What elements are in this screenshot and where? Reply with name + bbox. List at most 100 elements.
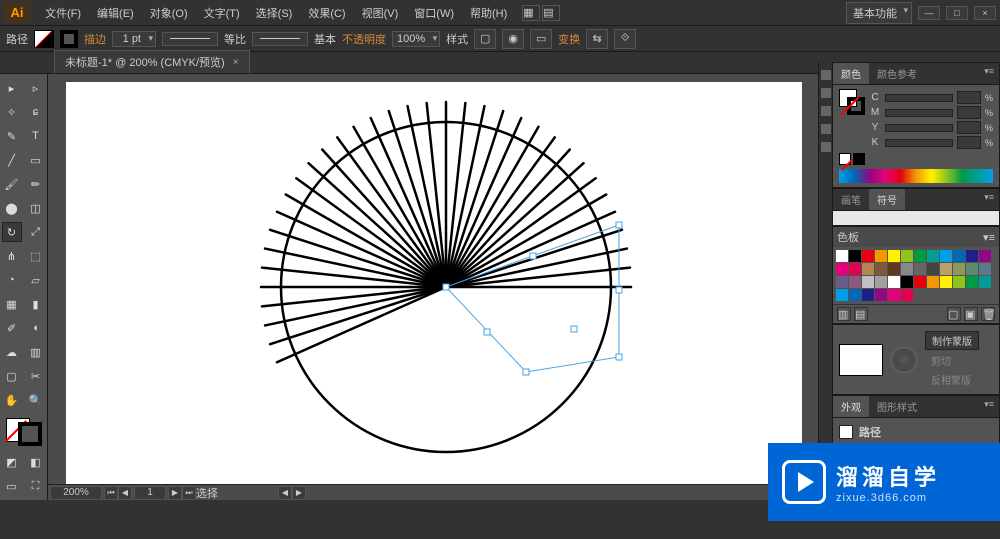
swatch[interactable] [901, 263, 913, 275]
rotate-tool[interactable]: ↻ [2, 222, 22, 242]
type-tool[interactable]: T [26, 126, 46, 146]
menu-type[interactable]: 文字(T) [197, 1, 247, 25]
direct-selection-tool[interactable]: ▹ [26, 78, 46, 98]
color-mode-icon[interactable]: ◩ [2, 452, 22, 472]
swatch[interactable] [888, 276, 900, 288]
menu-view[interactable]: 视图(V) [355, 1, 406, 25]
swatch[interactable] [862, 250, 874, 262]
blend-tool[interactable]: ◖ [26, 318, 46, 338]
minimize-button[interactable]: — [918, 6, 940, 20]
blob-brush-tool[interactable]: ⬤ [2, 198, 22, 218]
opacity-dropdown[interactable]: 100% [392, 31, 440, 47]
graph-tool[interactable]: ▥ [26, 342, 46, 362]
swatch[interactable] [849, 289, 861, 301]
swatch[interactable] [966, 250, 978, 262]
brush-tool[interactable]: 🖌 [2, 174, 22, 194]
rectangle-tool[interactable]: ▭ [26, 150, 46, 170]
zoom-tool[interactable]: 🔍 [26, 390, 46, 410]
scroll-left-icon[interactable]: ◀ [278, 486, 292, 500]
recolor-icon[interactable]: ◉ [502, 29, 524, 49]
artboard-prev-icon[interactable]: ◀ [118, 486, 132, 500]
layout-icon-2[interactable]: ▤ [542, 5, 560, 21]
profile-sample[interactable] [162, 32, 218, 46]
swatch[interactable] [862, 289, 874, 301]
swatch[interactable] [836, 263, 848, 275]
swatch[interactable] [836, 289, 848, 301]
artboard-next-icon[interactable]: ▶ [168, 486, 182, 500]
transform-icon-2[interactable]: ⟐ [614, 29, 636, 49]
scroll-right-icon[interactable]: ▶ [292, 486, 306, 500]
tab-color[interactable]: 颜色 [833, 63, 869, 84]
dock-icon[interactable] [821, 88, 831, 98]
selection-tool[interactable]: ▸ [2, 78, 22, 98]
magic-wand-tool[interactable]: ✧ [2, 102, 22, 122]
stroke-color[interactable] [18, 422, 42, 446]
workspace-dropdown[interactable]: 基本功能 [846, 2, 912, 24]
swatch-grid[interactable] [833, 247, 999, 304]
document-tab[interactable]: 未标题-1* @ 200% (CMYK/预览) × [54, 50, 250, 73]
swatch[interactable] [953, 250, 965, 262]
transform-icon-1[interactable]: ⇆ [586, 29, 608, 49]
black-swatch[interactable] [853, 153, 865, 165]
screen-mode-icon[interactable]: ▭ [2, 476, 22, 496]
swatch[interactable] [953, 263, 965, 275]
swatch[interactable] [901, 289, 913, 301]
layout-icon-1[interactable]: ▦ [522, 5, 540, 21]
swatch[interactable] [927, 263, 939, 275]
swatch[interactable] [940, 263, 952, 275]
dock-icon[interactable] [821, 70, 831, 80]
make-mask-button[interactable]: 制作蒙版 [925, 331, 979, 350]
tab-color-guide[interactable]: 颜色参考 [869, 63, 925, 84]
menu-select[interactable]: 选择(S) [249, 1, 300, 25]
perspective-tool[interactable]: ▱ [26, 270, 46, 290]
brush-sample[interactable] [252, 32, 308, 46]
swatch[interactable] [914, 263, 926, 275]
panel-dock[interactable] [818, 62, 832, 482]
zoom-level-field[interactable]: 200% [50, 486, 102, 500]
tab-appearance[interactable]: 外观 [833, 396, 869, 417]
slider-m[interactable] [885, 109, 953, 117]
swatch[interactable] [836, 250, 848, 262]
menu-window[interactable]: 窗口(W) [407, 1, 461, 25]
slider-y[interactable] [885, 124, 953, 132]
tab-symbol[interactable]: 符号 [869, 189, 905, 210]
panel-menu-icon[interactable]: ▾≡ [979, 189, 999, 210]
swatch[interactable] [927, 250, 939, 262]
value-k[interactable] [957, 136, 981, 149]
fill-swatch[interactable] [34, 30, 54, 48]
swatch[interactable] [966, 263, 978, 275]
stroke-swatch[interactable] [60, 30, 78, 48]
swatch[interactable] [888, 250, 900, 262]
swatch[interactable] [888, 289, 900, 301]
artboard-first-icon[interactable]: ⏮ [104, 486, 118, 500]
tab-close-icon[interactable]: × [233, 57, 239, 68]
gradient-mode-icon[interactable]: ◧ [26, 452, 46, 472]
symbol-tool[interactable]: ☁ [2, 342, 22, 362]
eyedropper-tool[interactable]: ✐ [2, 318, 22, 338]
menu-file[interactable]: 文件(F) [38, 1, 88, 25]
menu-object[interactable]: 对象(O) [143, 1, 195, 25]
lasso-tool[interactable]: ɕ [26, 102, 46, 122]
close-button[interactable]: × [974, 6, 996, 20]
menu-edit[interactable]: 编辑(E) [90, 1, 141, 25]
style-swatch[interactable]: ▢ [474, 29, 496, 49]
panel-menu-icon[interactable]: ▾≡ [979, 63, 999, 84]
swatch[interactable] [979, 250, 991, 262]
fill-stroke-control[interactable] [6, 418, 42, 446]
swatch[interactable] [862, 263, 874, 275]
panel-menu-icon[interactable]: ▾≡ [983, 231, 995, 244]
artboard-last-icon[interactable]: ⏭ [182, 486, 196, 500]
swatch[interactable] [875, 289, 887, 301]
swatch[interactable] [940, 250, 952, 262]
swatch[interactable] [849, 250, 861, 262]
pen-tool[interactable]: ✎ [2, 126, 22, 146]
maximize-button[interactable]: □ [946, 6, 968, 20]
swatch[interactable] [979, 276, 991, 288]
width-tool[interactable]: ⋔ [2, 246, 22, 266]
swatch[interactable] [875, 263, 887, 275]
gradient-tool[interactable]: ▮ [26, 294, 46, 314]
value-y[interactable] [957, 121, 981, 134]
swatch[interactable] [966, 276, 978, 288]
swatch[interactable] [901, 250, 913, 262]
tab-brush[interactable]: 画笔 [833, 189, 869, 210]
